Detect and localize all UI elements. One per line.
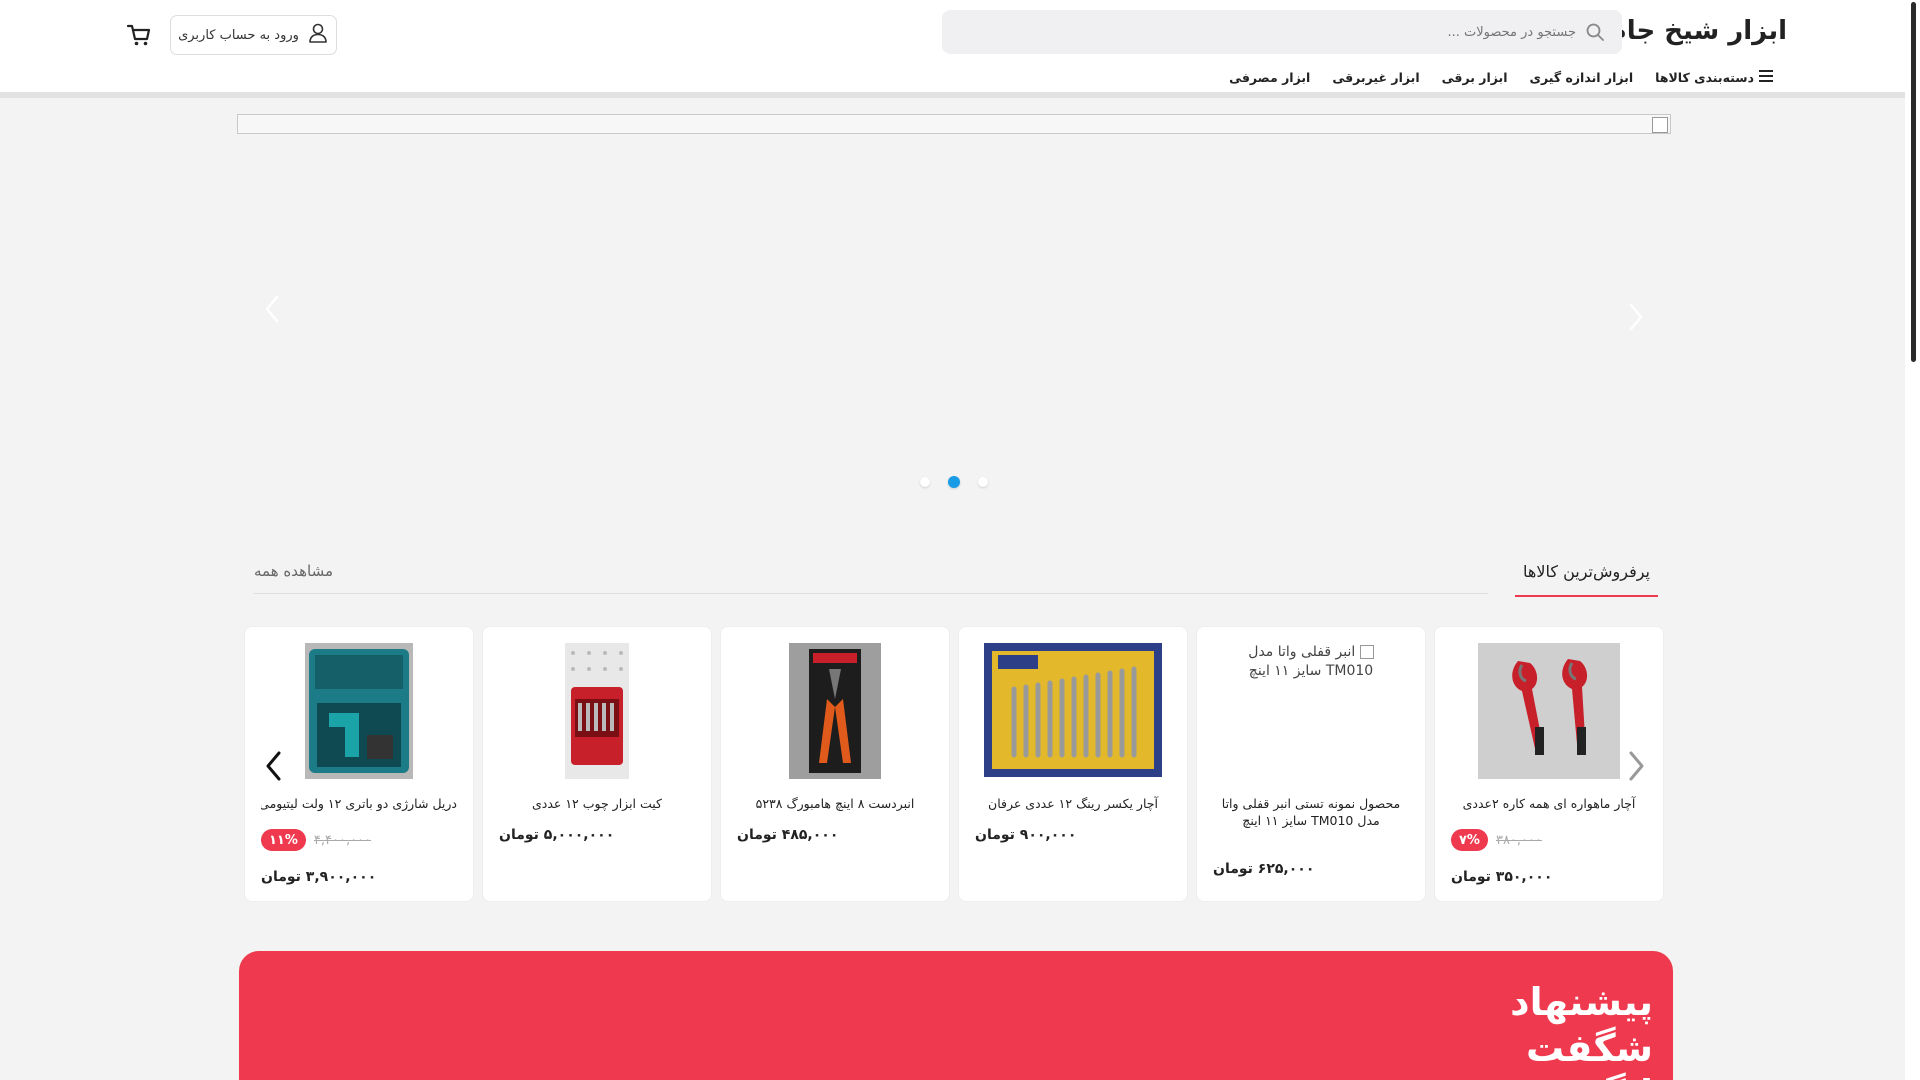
site-header: ابزار شیخ جام ورود به حساب کاربری: [0, 0, 1905, 98]
nav-item-categories[interactable]: دسته‌بندی کالاها: [1655, 70, 1773, 85]
broken-image-icon: [1652, 117, 1668, 133]
site-logo[interactable]: ابزار شیخ جام: [1608, 16, 1787, 46]
product-image[interactable]: [984, 643, 1162, 777]
menu-icon: [1759, 70, 1773, 85]
nav-item-consumables[interactable]: ابزار مصرفی: [1229, 70, 1310, 85]
nav-item-hand-tools[interactable]: ابزار غیربرقی: [1332, 70, 1419, 85]
login-label: ورود به حساب کاربری: [178, 27, 299, 43]
image-alt-text: انبر قفلی واتا مدل TM010 سایز ۱۱ اینچ: [1248, 644, 1374, 679]
carousel-prev-arrow-icon[interactable]: [258, 744, 288, 788]
user-icon: [307, 22, 329, 48]
discount-badge: ۷%: [1451, 829, 1488, 851]
product-card[interactable]: آچار یکسر رینگ ۱۲ عددی عرفان ۹۰۰,۰۰۰ توم…: [958, 626, 1188, 902]
product-card[interactable]: انبردست ۸ اینچ هامبورگ ۵۲۳۸ ۴۸۵,۰۰۰ توما…: [720, 626, 950, 902]
search-icon[interactable]: [1584, 21, 1606, 43]
old-price: ۴,۴۰۰,۰۰۰: [313, 832, 372, 848]
broken-image-icon: [1359, 645, 1374, 659]
product-image[interactable]: [565, 643, 629, 779]
nav-label: ابزار اندازه گیری: [1529, 70, 1634, 85]
nav-label: ابزار غیربرقی: [1332, 70, 1420, 85]
page-scrollbar[interactable]: [1905, 0, 1920, 1080]
product-price: ۵,۰۰۰,۰۰۰ تومان: [499, 827, 615, 843]
product-name[interactable]: محصول نمونه تستی انبر قفلی واتا مدل TM01…: [1213, 795, 1409, 829]
slider-dot-active[interactable]: [948, 476, 960, 488]
slider-image-frame[interactable]: [237, 114, 1671, 134]
product-price: ۳,۹۰۰,۰۰۰ تومان: [261, 869, 377, 885]
product-carousel: آچار ماهواره ای همه کاره ۲عددی ۷% ۳۸۰,۰۰…: [244, 626, 1664, 902]
main-nav: دسته‌بندی کالاها ابزار اندازه گیری ابزار…: [1229, 70, 1773, 85]
scrollbar-thumb[interactable]: [1911, 2, 1916, 362]
product-price: ۳۵۰,۰۰۰ تومان: [1451, 869, 1553, 885]
slider-dots: [920, 476, 988, 488]
product-name[interactable]: کیت ابزار چوب ۱۲ عددی: [499, 795, 695, 812]
best-sellers-title: پرفروش‌ترین کالاها: [1515, 562, 1658, 597]
old-price: ۳۸۰,۰۰۰: [1495, 832, 1542, 848]
nav-label: دسته‌بندی کالاها: [1655, 70, 1754, 85]
product-price: ۹۰۰,۰۰۰ تومان: [975, 827, 1077, 843]
special-offer-banner[interactable]: پیشنهاد شگفت انگیز: [239, 951, 1673, 1080]
search-input[interactable]: [976, 24, 1576, 40]
view-all-link[interactable]: مشاهده همه: [254, 562, 333, 580]
product-name[interactable]: انبردست ۸ اینچ هامبورگ ۵۲۳۸: [737, 795, 933, 812]
slider-next-arrow-icon[interactable]: [257, 289, 287, 329]
carousel-next-arrow-icon[interactable]: [1622, 744, 1652, 788]
product-image[interactable]: [1478, 643, 1620, 779]
product-price: ۴۸۵,۰۰۰ تومان: [737, 827, 839, 843]
slider-dot[interactable]: [920, 477, 930, 487]
best-sellers-header: پرفروش‌ترین کالاها مشاهده همه: [254, 555, 1658, 597]
product-name[interactable]: دریل شارژی دو باتری ۱۲ ولت لیتیومی: [261, 795, 457, 812]
discount-badge: ۱۱%: [261, 829, 306, 851]
special-offer-title: پیشنهاد شگفت انگیز: [1510, 980, 1653, 1080]
product-card[interactable]: کیت ابزار چوب ۱۲ عددی ۵,۰۰۰,۰۰۰ تومان: [482, 626, 712, 902]
product-image[interactable]: [305, 643, 413, 779]
nav-label: ابزار برقی: [1441, 70, 1508, 85]
product-card[interactable]: انبر قفلی واتا مدل TM010 سایز ۱۱ اینچ مح…: [1196, 626, 1426, 902]
hero-slider: [237, 114, 1671, 509]
product-discount-row: ۱۱% ۴,۴۰۰,۰۰۰: [261, 829, 457, 851]
product-price: ۶۲۵,۰۰۰ تومان: [1213, 861, 1315, 877]
nav-item-measuring-tools[interactable]: ابزار اندازه گیری: [1530, 70, 1634, 85]
search-bar[interactable]: [942, 10, 1622, 54]
cart-icon[interactable]: [126, 22, 152, 48]
slider-prev-arrow-icon[interactable]: [1621, 297, 1651, 337]
product-name[interactable]: آچار یکسر رینگ ۱۲ عددی عرفان: [975, 795, 1171, 812]
section-divider: [254, 593, 1488, 594]
nav-label: ابزار مصرفی: [1229, 70, 1311, 85]
login-button[interactable]: ورود به حساب کاربری: [170, 15, 337, 55]
product-image[interactable]: [789, 643, 881, 779]
nav-item-power-tools[interactable]: ابزار برقی: [1442, 70, 1508, 85]
slider-dot[interactable]: [978, 477, 988, 487]
product-discount-row: ۷% ۳۸۰,۰۰۰: [1451, 829, 1647, 851]
product-image-alt[interactable]: انبر قفلی واتا مدل TM010 سایز ۱۱ اینچ: [1241, 643, 1381, 681]
product-name[interactable]: آچار ماهواره ای همه کاره ۲عددی: [1451, 795, 1647, 812]
